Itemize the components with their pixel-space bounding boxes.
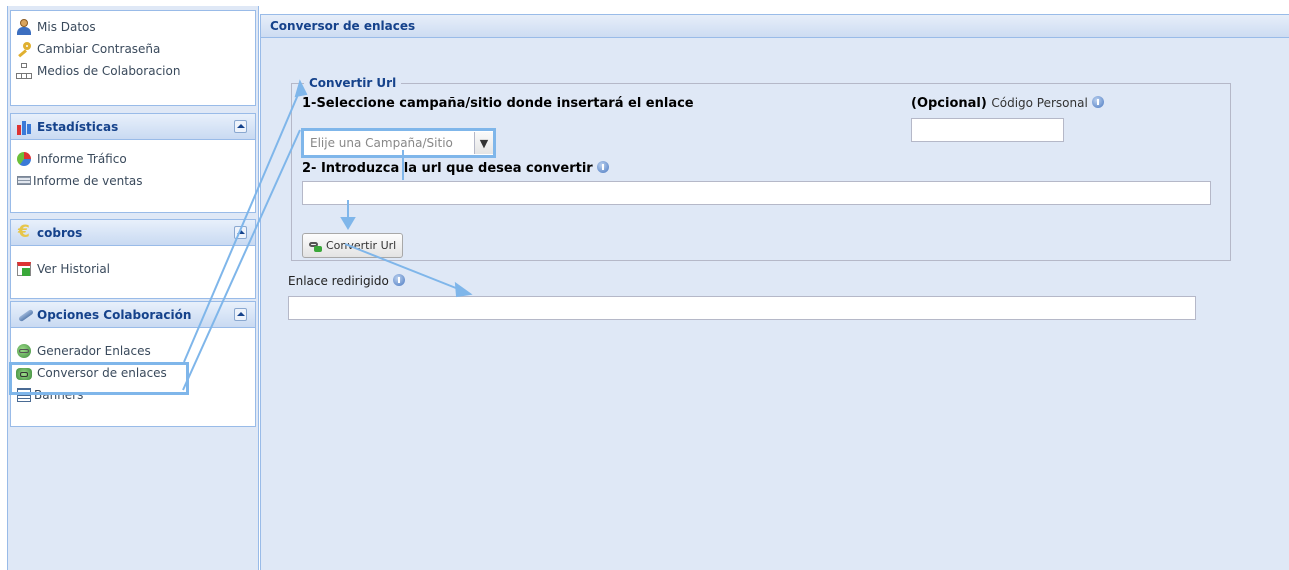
cobros-header[interactable]: cobros — [11, 220, 255, 246]
pie-chart-icon — [16, 151, 32, 167]
calendar-icon — [16, 261, 32, 277]
optional-label-text: Código Personal — [991, 96, 1088, 110]
sidebar-item-banners[interactable]: Banners — [11, 384, 255, 406]
step1-label: 1-Seleccione campaña/sitio donde inserta… — [302, 96, 694, 111]
optional-prefix: (Opcional) — [911, 96, 987, 111]
sidebar-item-informe-trafico[interactable]: Informe Tráfico — [11, 148, 255, 170]
sidebar-item-generador-enlaces[interactable]: Generador Enlaces — [11, 340, 255, 362]
personal-code-input[interactable] — [911, 118, 1064, 142]
pen-icon — [17, 307, 33, 323]
opciones-panel: Opciones Colaboración Generador Enlaces … — [10, 301, 256, 427]
info-icon[interactable] — [597, 161, 610, 173]
cobros-panel: cobros Ver Historial — [10, 219, 256, 299]
sidebar-item-conversor-enlaces[interactable]: Conversor de enlaces — [11, 362, 255, 384]
redirect-label: Enlace redirigido — [288, 274, 405, 288]
collapse-estadisticas-button[interactable] — [234, 120, 247, 133]
redirect-label-text: Enlace redirigido — [288, 274, 389, 288]
step2-label: 2- Introduzca la url que desea convertir — [302, 161, 610, 176]
redirect-output[interactable] — [288, 296, 1196, 320]
step2-label-text: 2- Introduzca la url que desea convertir — [302, 161, 593, 176]
key-icon — [16, 41, 32, 57]
collapse-opciones-button[interactable] — [234, 308, 247, 321]
opciones-header[interactable]: Opciones Colaboración — [11, 302, 255, 328]
convert-url-button-label: Convertir Url — [326, 239, 397, 252]
chevron-down-icon[interactable]: ▼ — [474, 132, 493, 154]
estadisticas-header[interactable]: Estadísticas — [11, 114, 255, 140]
sitemap-icon — [16, 63, 32, 79]
euro-icon — [17, 222, 33, 242]
sidebar: Mis Datos Cambiar Contraseña Medios de C… — [7, 6, 259, 570]
link-icon — [309, 240, 323, 252]
sidebar-item-cambiar-contrasena[interactable]: Cambiar Contraseña — [11, 38, 255, 60]
globe-link-icon — [16, 343, 32, 359]
sidebar-item-medios-colaboracion[interactable]: Medios de Colaboracion — [11, 60, 255, 82]
banners-icon — [16, 387, 32, 403]
estadisticas-panel: Estadísticas Informe Tráfico Informe de … — [10, 113, 256, 213]
collapse-cobros-button[interactable] — [234, 226, 247, 239]
page-title: Conversor de enlaces — [261, 14, 1289, 38]
bar-chart-icon — [17, 119, 33, 135]
main-panel: Conversor de enlaces Convertir Url 1-Sel… — [260, 14, 1289, 570]
estadisticas-title: Estadísticas — [37, 119, 119, 134]
opciones-title: Opciones Colaboración — [37, 307, 192, 322]
fieldset-legend: Convertir Url — [309, 76, 397, 90]
convert-icon — [16, 365, 32, 381]
sidebar-item-ver-historial[interactable]: Ver Historial — [11, 258, 255, 280]
sidebar-item-mis-datos[interactable]: Mis Datos — [11, 16, 255, 38]
info-icon[interactable] — [1092, 96, 1105, 108]
cobros-title: cobros — [37, 225, 83, 240]
campaign-select[interactable]: Elije una Campaña/Sitio ▼ — [301, 128, 496, 158]
info-icon[interactable] — [392, 274, 405, 286]
account-panel: Mis Datos Cambiar Contraseña Medios de C… — [10, 10, 256, 106]
sidebar-item-informe-ventas[interactable]: Informe de ventas — [11, 170, 255, 192]
cart-icon — [16, 173, 32, 189]
optional-code-label: (Opcional) Código Personal — [911, 96, 1105, 111]
url-input[interactable] — [302, 181, 1211, 205]
convert-url-button[interactable]: Convertir Url — [302, 233, 404, 258]
user-icon — [16, 19, 32, 35]
campaign-select-value: Elije una Campaña/Sitio — [310, 136, 453, 150]
